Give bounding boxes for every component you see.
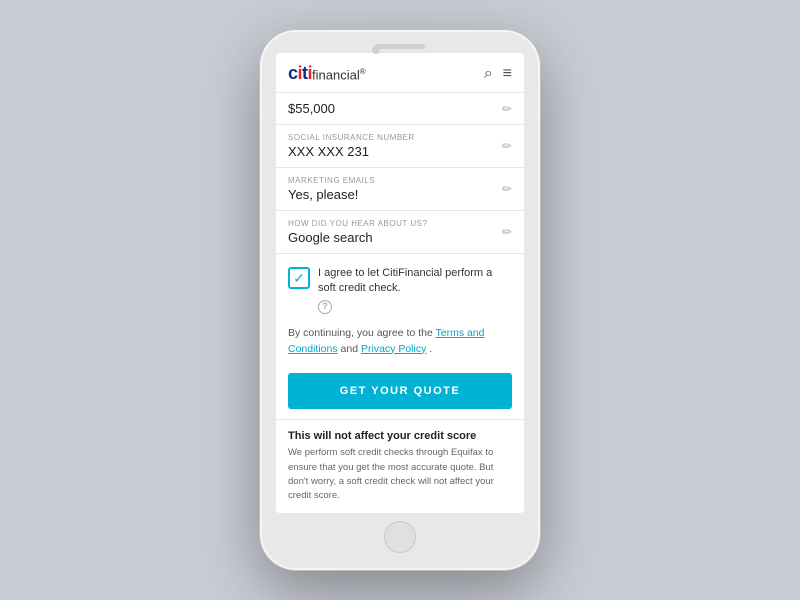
equifax-row: EQUIFAX ® ✆	[288, 511, 512, 513]
phone-speaker	[375, 44, 425, 49]
sin-label: SOCIAL INSURANCE NUMBER	[288, 133, 512, 142]
app-logo: citi financial®	[288, 63, 366, 84]
credit-check-section: ✓ I agree to let CitiFinancial perform a…	[276, 254, 524, 322]
marketing-label: MARKETING EMAILS	[288, 176, 512, 185]
edit-icon[interactable]: ✏	[502, 225, 512, 239]
marketing-field: MARKETING EMAILS Yes, please! ✏	[276, 168, 524, 211]
equifax-logo: EQUIFAX ®	[288, 511, 360, 513]
help-icon[interactable]: ?	[318, 300, 332, 314]
phone-camera	[372, 46, 380, 54]
edit-icon[interactable]: ✏	[502, 102, 512, 116]
get-quote-button[interactable]: GET YOUR QUOTE	[288, 373, 512, 409]
menu-icon[interactable]: ≡	[503, 65, 512, 83]
credit-check-checkbox[interactable]: ✓	[288, 267, 310, 289]
screen-content[interactable]: $55,000 ✏ SOCIAL INSURANCE NUMBER XXX XX…	[276, 93, 524, 513]
edit-icon[interactable]: ✏	[502, 139, 512, 153]
referral-label: HOW DID YOU HEAR ABOUT US?	[288, 219, 512, 228]
income-field: $55,000 ✏	[276, 93, 524, 125]
sin-field: SOCIAL INSURANCE NUMBER XXX XXX 231 ✏	[276, 125, 524, 168]
credit-check-label: I agree to let CitiFinancial perform a s…	[318, 266, 512, 314]
credit-info-section: This will not affect your credit score W…	[276, 419, 524, 513]
referral-field: HOW DID YOU HEAR ABOUT US? Google search…	[276, 211, 524, 254]
credit-description: We perform soft credit checks through Eq…	[288, 446, 512, 503]
credit-title: This will not affect your credit score	[288, 430, 512, 442]
logo-financial: financial®	[312, 67, 366, 82]
phone-home-button[interactable]	[384, 521, 416, 553]
header-icons: ⌕ ≡	[484, 65, 512, 83]
marketing-value: Yes, please!	[288, 187, 512, 202]
equifax-text: EQUIFAX	[288, 511, 355, 513]
terms-section: By continuing, you agree to the Terms an…	[276, 322, 524, 368]
edit-icon[interactable]: ✏	[502, 182, 512, 196]
app-header: citi financial® ⌕ ≡	[276, 53, 524, 93]
sin-value: XXX XXX 231	[288, 144, 512, 159]
search-icon[interactable]: ⌕	[484, 65, 493, 83]
referral-value: Google search	[288, 230, 512, 245]
privacy-policy-link[interactable]: Privacy Policy	[361, 343, 426, 355]
phone-shell: citi financial® ⌕ ≡ $55,000 ✏ SOCIAL INS…	[260, 30, 540, 570]
phone-screen: citi financial® ⌕ ≡ $55,000 ✏ SOCIAL INS…	[276, 53, 524, 513]
phone-icon[interactable]: ✆	[500, 512, 512, 513]
terms-text: By continuing, you agree to the Terms an…	[288, 326, 512, 358]
logo-citi: citi	[288, 63, 312, 84]
checkmark-icon: ✓	[293, 271, 305, 285]
